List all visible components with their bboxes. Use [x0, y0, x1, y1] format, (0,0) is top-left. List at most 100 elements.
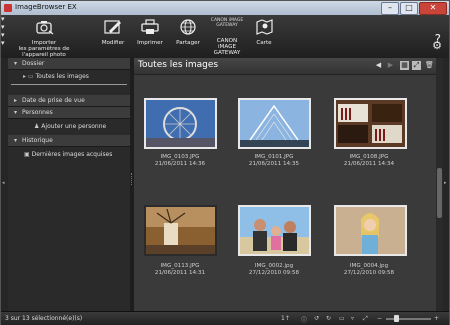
compare-icon[interactable]: ▭	[339, 315, 345, 322]
girl-beach-photo	[336, 207, 405, 254]
zoom-slider-knob[interactable]	[394, 315, 399, 322]
filter-icon[interactable]: ▿	[351, 315, 354, 322]
zoom-in-icon[interactable]: +	[434, 315, 439, 322]
share-label: Partager	[176, 40, 200, 46]
status-bar: 3 sur 13 sélectionné(e)(s) 1↑ ⓘ ↺ ↻ ▭ ▿ …	[1, 311, 449, 325]
app-icon	[4, 4, 12, 12]
history-images-icon: ▣	[24, 151, 32, 158]
edit-label: Modifier	[101, 40, 125, 46]
close-button[interactable]: ✕	[419, 2, 447, 15]
section-label: Historique	[22, 137, 53, 144]
image-date: 21/06/2011 14:34	[343, 161, 395, 167]
family-photo	[240, 207, 309, 254]
bridge-photo	[240, 100, 309, 147]
image-caption: IMG_0004.jpg 27/12/2010 09:58	[324, 263, 414, 277]
fullscreen-icon[interactable]: ⤢	[363, 315, 368, 323]
sidebar: ▾ Dossier ▸ ▭ Toutes les images ▸ Date de …	[8, 58, 130, 311]
image-filename: IMG_0004.jpg	[349, 263, 389, 269]
section-label: Dossier	[22, 60, 45, 67]
toolbar: Importer les paramètres de l'appareil ph…	[1, 15, 449, 59]
collapse-arrow-icon: ▾	[14, 60, 18, 67]
collapse-arrow-icon: ▾	[14, 137, 18, 144]
import-button[interactable]: Importer les paramètres de l'appareil ph…	[5, 18, 83, 58]
app-window: ImageBrowser EX – □ ✕ Importer les param…	[0, 0, 450, 325]
collapse-right-icon[interactable]: ▸	[444, 180, 447, 186]
sidebar-item-label: Toutes les images	[35, 73, 89, 80]
add-person-button[interactable]: ♟ Ajouter une personne	[8, 119, 130, 135]
sidebar-section-folder[interactable]: ▾ Dossier	[8, 58, 130, 70]
edit-button[interactable]: Modifier	[99, 18, 127, 46]
image-caption: IMG_0108.JPG 21/06/2011 14:34	[324, 154, 414, 168]
expand-arrow-icon: ▸	[14, 97, 18, 104]
sidebar-section-history[interactable]: ▾ Historique	[8, 135, 130, 147]
image-caption: IMG_0103.JPG 21/06/2011 14:36	[135, 154, 225, 168]
image-filename: IMG_0113.JPG	[160, 263, 200, 269]
trash-icon[interactable]: 🗑	[425, 61, 434, 70]
image-filename: IMG_0103.JPG	[160, 154, 200, 160]
gateway-label: CANON iMAGE GATEWAY	[213, 38, 241, 56]
vertical-scrollbar[interactable]	[436, 58, 443, 311]
import-label: Importer les paramètres de l'appareil ph…	[18, 40, 70, 58]
image-caption: IMG_0002.jpg 27/12/2010 09:58	[229, 263, 319, 277]
section-label: Personnes	[22, 109, 53, 116]
printer-icon	[141, 19, 159, 34]
sidebar-item-last-acquired[interactable]: ▣ Dernières images acquises	[8, 147, 130, 163]
section-label: Date de prise de vue	[22, 97, 85, 104]
print-label: Imprimer	[137, 40, 163, 46]
image-thumbnail[interactable]	[144, 98, 217, 149]
map-button[interactable]: Carte	[253, 18, 275, 46]
image-caption: IMG_0101.JPG 21/06/2011 14:35	[229, 154, 319, 168]
edit-icon	[104, 20, 121, 34]
camera-import-icon	[36, 21, 54, 35]
image-filename: IMG_0101.JPG	[254, 154, 294, 160]
ferris-wheel-photo	[146, 100, 215, 147]
sort-order-icon[interactable]: 1↑	[281, 315, 290, 322]
maximize-button[interactable]: □	[400, 2, 418, 15]
collapse-left-icon[interactable]: ◂	[2, 180, 5, 186]
globe-icon	[180, 19, 196, 35]
image-date: 21/06/2011 14:35	[248, 161, 300, 167]
sidebar-item-all-images[interactable]: ▸ ▭ Toutes les images	[11, 70, 127, 85]
page-title: Toutes les images	[138, 60, 219, 70]
forward-icon[interactable]: ▶	[386, 61, 395, 70]
rotate-left-icon[interactable]: ↺	[314, 315, 319, 322]
selection-count: 3 sur 13 sélectionné(e)(s)	[5, 315, 83, 322]
view-mode-full-icon[interactable]: ⤢	[412, 61, 421, 70]
zoom-slider[interactable]	[386, 315, 431, 322]
image-caption: IMG_0113.JPG 21/06/2011 14:31	[135, 263, 225, 277]
image-thumbnail[interactable]	[144, 205, 217, 256]
scrollbar-thumb[interactable]	[437, 168, 442, 218]
right-panel-grip[interactable]: ▸	[443, 58, 449, 311]
image-thumbnail[interactable]	[334, 98, 407, 149]
map-icon	[256, 19, 273, 35]
main-panel: Toutes les images ◀ ▶ ▦ ⤢ 🗑 IMG_0103.JPG…	[134, 58, 436, 311]
image-date: 27/12/2010 09:58	[343, 270, 395, 276]
image-thumbnail[interactable]	[238, 98, 311, 149]
gateway-logo-icon: CANON iMAGE GATEWAY	[210, 18, 244, 28]
windmill-photo	[146, 207, 215, 254]
sidebar-section-date[interactable]: ▸ Date de prise de vue	[8, 95, 130, 107]
gateway-button[interactable]: CANON iMAGE GATEWAY CANON iMAGE GATEWAY	[207, 18, 247, 56]
info-icon[interactable]: ⓘ	[301, 315, 307, 324]
image-filename: IMG_0108.JPG	[349, 154, 389, 160]
view-mode-grid-icon[interactable]: ▦	[400, 61, 409, 70]
wine-shelf-photo	[336, 100, 405, 147]
minimize-button[interactable]: –	[381, 2, 399, 15]
collapse-arrow-icon: ▾	[14, 109, 18, 116]
map-label: Carte	[256, 40, 272, 46]
share-button[interactable]: Partager	[173, 18, 203, 46]
sidebar-section-people[interactable]: ▾ Personnes	[8, 107, 130, 119]
folder-icon: ▭	[27, 73, 36, 80]
window-title: ImageBrowser EX	[15, 3, 77, 11]
print-button[interactable]: Imprimer	[135, 18, 165, 46]
image-filename: IMG_0002.jpg	[254, 263, 294, 269]
zoom-out-icon[interactable]: −	[377, 315, 382, 322]
rotate-right-icon[interactable]: ↻	[326, 315, 331, 322]
title-bar[interactable]: ImageBrowser EX – □ ✕	[1, 1, 449, 15]
image-thumbnail[interactable]	[238, 205, 311, 256]
settings-gear-icon[interactable]: ⚙	[432, 39, 442, 52]
add-person-label: Ajouter une personne	[41, 123, 107, 130]
image-date: 21/06/2011 14:31	[154, 270, 206, 276]
back-icon[interactable]: ◀	[374, 61, 383, 70]
image-thumbnail[interactable]	[334, 205, 407, 256]
